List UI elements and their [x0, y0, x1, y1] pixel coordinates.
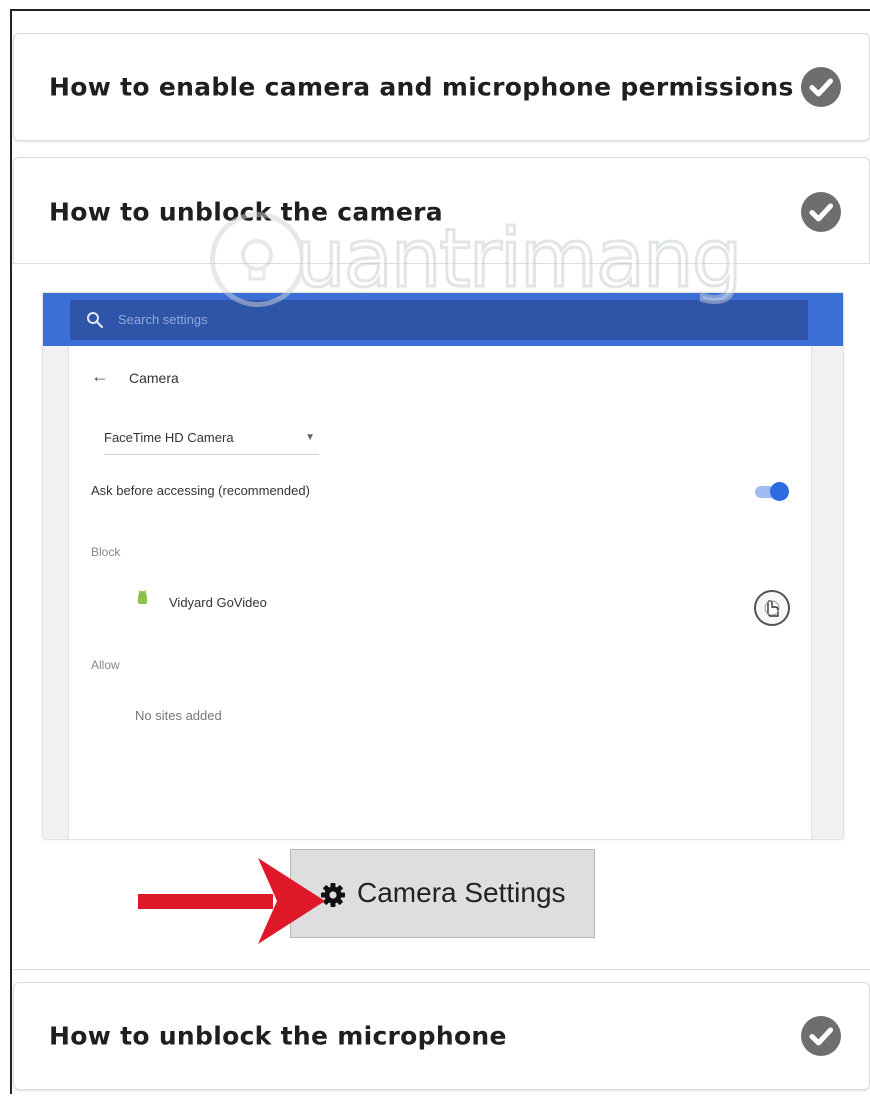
check-circle-icon	[801, 192, 841, 232]
page-border-top	[10, 9, 870, 11]
section-title: How to enable camera and microphone perm…	[49, 72, 794, 102]
red-arrow-icon	[138, 858, 325, 944]
ask-toggle-knob	[770, 482, 789, 501]
search-icon	[87, 312, 104, 329]
section-title: How to unblock the camera	[49, 197, 443, 227]
section-permissions[interactable]: How to enable camera and microphone perm…	[13, 33, 870, 141]
allow-heading: Allow	[91, 658, 120, 672]
pointer-hand-icon	[754, 590, 790, 626]
allow-empty-text: No sites added	[135, 708, 222, 723]
blocked-site-name: Vidyard GoVideo	[169, 595, 267, 610]
search-placeholder: Search settings	[118, 312, 208, 327]
section-title: How to unblock the microphone	[49, 1021, 507, 1051]
section-camera[interactable]: How to unblock the camera	[13, 157, 870, 267]
settings-card: ← Camera FaceTime HD Camera ▼ Ask before…	[68, 346, 812, 839]
back-arrow-icon: ←	[91, 366, 109, 386]
block-heading: Block	[91, 545, 121, 559]
camera-device-select: FaceTime HD Camera ▼	[104, 430, 319, 455]
page-border-left	[10, 9, 12, 1094]
section-microphone[interactable]: How to unblock the microphone	[13, 982, 870, 1090]
settings-page-title: Camera	[129, 370, 179, 386]
ask-before-label: Ask before accessing (recommended)	[91, 483, 310, 498]
camera-settings-button[interactable]: Camera Settings	[290, 849, 595, 938]
settings-header-bar: Search settings	[43, 293, 843, 346]
check-circle-icon	[801, 1016, 841, 1056]
caret-down-icon: ▼	[305, 432, 315, 443]
camera-settings-label: Camera Settings	[357, 877, 566, 908]
search-settings-input: Search settings	[70, 300, 808, 340]
camera-settings-screenshot: Search settings ← Camera FaceTime HD Cam…	[43, 293, 843, 839]
camera-device-value: FaceTime HD Camera	[104, 430, 234, 445]
android-site-icon	[138, 590, 147, 604]
check-circle-icon	[801, 67, 841, 107]
